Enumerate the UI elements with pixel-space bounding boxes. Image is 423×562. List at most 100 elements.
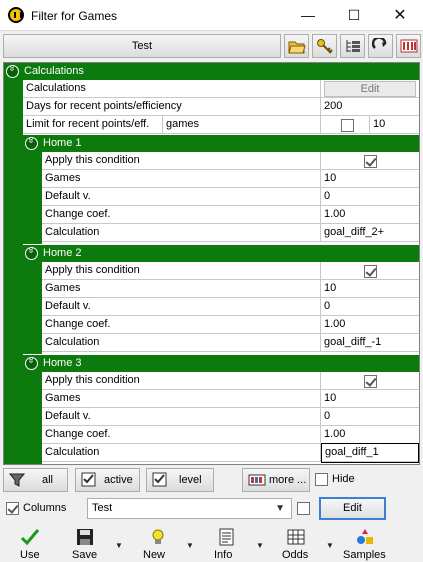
section-home-2[interactable]: Home 2: [23, 245, 419, 262]
minimize-button[interactable]: —: [285, 0, 331, 31]
maximize-button[interactable]: ☐: [331, 0, 377, 31]
tree-button[interactable]: [340, 34, 365, 58]
checkbox-icon: [152, 472, 167, 487]
key-button[interactable]: [312, 34, 337, 58]
close-button[interactable]: ✕: [377, 0, 423, 31]
columns-bar: Columns Test ▼ Edit: [3, 497, 420, 521]
filter-all-button[interactable]: all: [3, 468, 68, 492]
default-value[interactable]: 0: [321, 188, 419, 206]
arrow-curve-icon: [372, 38, 387, 49]
calculation-value[interactable]: goal_diff_1: [321, 443, 419, 463]
row-label: Games: [42, 280, 321, 298]
section-label: Home 3: [43, 357, 82, 369]
tree-list-icon: [346, 40, 360, 52]
save-button[interactable]: Save: [66, 525, 106, 562]
hide-label: Hide: [332, 473, 355, 485]
odds-button[interactable]: Odds: [276, 525, 316, 562]
grid-row: Change coef. 1.00: [42, 426, 419, 444]
change-coef-value[interactable]: 1.00: [321, 206, 419, 224]
grid-row: Default v. 0: [42, 298, 419, 316]
preset-checkbox[interactable]: [297, 502, 310, 515]
info-dropdown-icon[interactable]: ▼: [256, 541, 264, 550]
key-icon: [317, 39, 333, 54]
chart-button[interactable]: [396, 34, 421, 58]
samples-button[interactable]: Samples: [340, 525, 390, 562]
open-folder-button[interactable]: [284, 34, 309, 58]
refresh-button[interactable]: [368, 34, 393, 58]
more-button[interactable]: more ...: [242, 468, 310, 492]
preset-select[interactable]: Test ▼: [87, 498, 292, 519]
limit-value[interactable]: 10: [369, 116, 419, 134]
level-label: level: [179, 474, 202, 486]
columns-icon: [248, 474, 266, 486]
apply-checkbox[interactable]: [364, 265, 377, 278]
collapse-icon[interactable]: [25, 137, 38, 150]
apply-checkbox[interactable]: [364, 155, 377, 168]
grid-row: Calculation goal_diff_2+: [42, 224, 419, 242]
folder-icon: [288, 41, 306, 54]
hide-checkbox[interactable]: [315, 473, 328, 486]
row-label: Calculation: [42, 224, 321, 242]
limit-checkbox[interactable]: [341, 119, 354, 132]
info-label: Info: [214, 549, 233, 561]
grid-row: Change coef. 1.00: [42, 316, 419, 334]
row-label: Calculation: [42, 334, 321, 352]
row-label: Apply this condition: [42, 152, 321, 170]
odds-dropdown-icon[interactable]: ▼: [326, 541, 334, 550]
row-label: Limit for recent points/eff.: [23, 116, 163, 134]
grid-row: Games 10: [42, 280, 419, 298]
columns-checkbox[interactable]: [6, 502, 19, 515]
use-button[interactable]: Use: [10, 525, 50, 562]
filter-bar: all active level more ... Hide: [3, 468, 420, 492]
columns-label: Columns: [23, 502, 67, 514]
new-dropdown-icon[interactable]: ▼: [186, 541, 194, 550]
preset-button[interactable]: Test: [3, 34, 281, 58]
filter-active-button[interactable]: active: [75, 468, 140, 492]
row-label: Days for recent points/efficiency: [23, 98, 321, 116]
change-coef-value[interactable]: 1.00: [321, 426, 419, 444]
row-label: Default v.: [42, 298, 321, 316]
grid-row: Calculation goal_diff_-1: [42, 334, 419, 352]
limit-unit-value[interactable]: games: [163, 116, 321, 134]
section-label: Calculations: [24, 65, 84, 77]
row-label: Default v.: [42, 188, 321, 206]
calculation-value[interactable]: goal_diff_2+: [321, 224, 419, 242]
default-value[interactable]: 0: [321, 408, 419, 426]
new-label: New: [143, 549, 166, 561]
games-value[interactable]: 10: [321, 170, 419, 188]
samples-icon: [357, 529, 373, 544]
lightbulb-icon: [152, 529, 164, 544]
row-label: Change coef.: [42, 426, 321, 444]
games-value[interactable]: 10: [321, 280, 419, 298]
days-recent-value[interactable]: 200: [321, 98, 419, 116]
section-home-1[interactable]: Home 1: [23, 135, 419, 152]
calculation-value[interactable]: goal_diff_-1: [321, 334, 419, 352]
change-coef-value[interactable]: 1.00: [321, 316, 419, 334]
checkmark-icon: [20, 529, 40, 546]
grid-row: Default v. 0: [42, 408, 419, 426]
active-label: active: [104, 474, 133, 486]
save-dropdown-icon[interactable]: ▼: [115, 541, 123, 550]
collapse-icon[interactable]: [25, 357, 38, 370]
collapse-icon[interactable]: [6, 65, 19, 78]
apply-checkbox[interactable]: [364, 375, 377, 388]
grid-row: Apply this condition: [42, 262, 419, 280]
edit-button[interactable]: Edit: [319, 497, 386, 520]
save-label: Save: [72, 549, 98, 561]
section-home-3[interactable]: Home 3: [23, 355, 419, 372]
section-calculations[interactable]: Calculations: [4, 63, 419, 80]
filter-level-button[interactable]: level: [146, 468, 214, 492]
row-label: Apply this condition: [42, 372, 321, 390]
default-value[interactable]: 0: [321, 298, 419, 316]
floppy-disk-icon: [77, 529, 93, 545]
title-bar: Filter for Games — ☐ ✕: [0, 0, 423, 31]
new-button[interactable]: New: [138, 525, 178, 562]
info-button[interactable]: Info: [207, 525, 247, 562]
row-label: Games: [42, 170, 321, 188]
collapse-icon[interactable]: [25, 247, 38, 260]
games-value[interactable]: 10: [321, 390, 419, 408]
row-label: Calculation: [42, 444, 321, 462]
toolbar: Test: [3, 34, 421, 58]
grid-row: Calculation goal_diff_1: [42, 443, 419, 463]
calculations-edit-button[interactable]: Edit: [324, 81, 416, 97]
